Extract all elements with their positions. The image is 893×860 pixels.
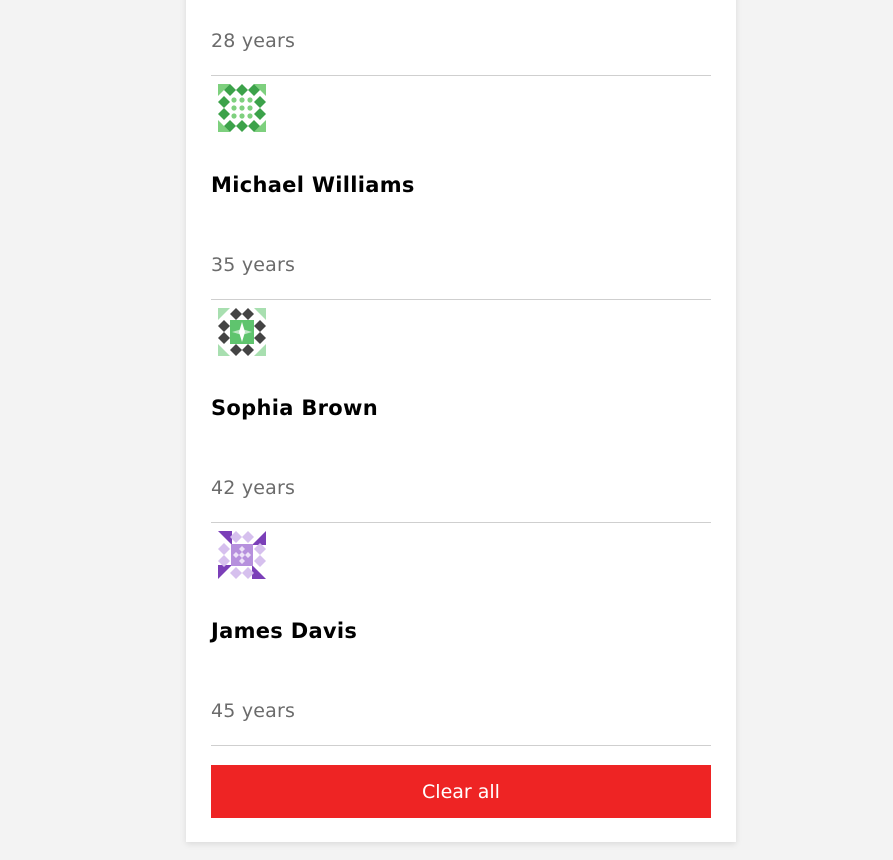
person-age: 28 years	[211, 30, 296, 52]
person-name: James Davis	[211, 619, 358, 643]
list-divider	[211, 522, 711, 523]
person-name: Michael Williams	[211, 173, 415, 197]
list-divider	[211, 75, 711, 76]
clear-all-button[interactable]: Clear all	[211, 765, 711, 818]
people-list-card: 28 years Michael Williams 35 years Sophi…	[186, 0, 736, 842]
avatar-identicon-icon	[214, 527, 270, 583]
person-age: 35 years	[211, 254, 296, 276]
person-age: 45 years	[211, 700, 296, 722]
list-divider	[211, 745, 711, 746]
avatar-identicon-icon	[214, 304, 270, 360]
person-name: Sophia Brown	[211, 396, 378, 420]
list-divider	[211, 299, 711, 300]
avatar-identicon-icon	[214, 80, 270, 136]
person-age: 42 years	[211, 477, 296, 499]
